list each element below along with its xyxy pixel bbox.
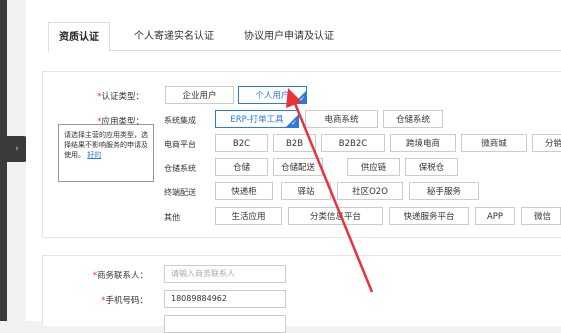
tab-agreement-user[interactable]: 协议用户申请及认证 — [234, 22, 344, 50]
option-express-platform[interactable]: 快递服务平台 — [389, 207, 469, 225]
option-ecommerce-system[interactable]: 电商系统 — [305, 110, 378, 128]
chevron-right-icon[interactable]: › — [7, 136, 27, 162]
option-station[interactable]: 驿站 — [281, 182, 331, 200]
auth-type-personal[interactable]: 个人用户 ✓ — [238, 86, 307, 104]
contact-label: *商务联系人： — [92, 271, 148, 281]
option-microstore[interactable]: 微商城 — [461, 134, 527, 152]
option-storage-delivery[interactable]: 仓储配送 — [273, 158, 323, 176]
category-label: 其他 — [164, 213, 180, 222]
category-label: 电商平台 — [164, 140, 196, 149]
left-sidebar-rail — [0, 0, 7, 321]
tooltip-ok-link[interactable]: 好的 — [87, 151, 101, 159]
auth-type-label: *认证类型： — [97, 92, 144, 102]
tooltip-text: 请选择主营的应用类型，选择结果不影响服务的申请及使用。 — [64, 131, 148, 159]
option-life-app[interactable]: 生活应用 — [215, 207, 282, 225]
option-warehouse-system[interactable]: 仓储系统 — [383, 110, 443, 128]
option-supply-chain[interactable]: 供应链 — [347, 158, 400, 176]
option-crossborder[interactable]: 跨境电商 — [390, 134, 456, 152]
checkmark-icon: ✓ — [299, 95, 305, 103]
app-type-tooltip: 请选择主营的应用类型，选择结果不影响服务的申请及使用。 好的 — [58, 124, 154, 182]
contact-section — [42, 255, 561, 326]
option-erp[interactable]: ERP-打单工具 ✓ — [215, 110, 299, 128]
option-parcel-locker[interactable]: 快递柜 — [215, 182, 273, 200]
option-bonded-warehouse[interactable]: 保税仓 — [405, 158, 458, 176]
option-distribution[interactable]: 分销 — [532, 134, 561, 152]
option-b2b[interactable]: B2B — [273, 134, 316, 152]
category-label: 终端配送 — [164, 188, 196, 197]
next-field-input[interactable] — [164, 315, 286, 333]
option-community-o2o[interactable]: 社区O2O — [337, 182, 403, 200]
contact-input[interactable]: 请输入商务联系人 — [164, 265, 286, 283]
option-b2c[interactable]: B2C — [215, 134, 268, 152]
phone-label: *手机号码： — [101, 296, 148, 306]
tab-qualification[interactable]: 资质认证 — [48, 22, 110, 52]
option-classified-platform[interactable]: 分类信息平台 — [288, 207, 383, 225]
category-label: 系统集成 — [164, 116, 196, 125]
tab-personal-realname[interactable]: 个人寄递实名认证 — [124, 22, 224, 50]
auth-type-enterprise[interactable]: 企业用户 — [165, 86, 234, 104]
option-storage[interactable]: 仓储 — [215, 158, 268, 176]
option-wechat[interactable]: 微信 — [521, 207, 561, 225]
category-label: 仓储系统 — [164, 164, 196, 173]
tab-bar: 资质认证 个人寄递实名认证 协议用户申请及认证 — [48, 22, 561, 52]
checkmark-icon: ✓ — [291, 119, 297, 127]
option-b2b2c[interactable]: B2B2C — [321, 134, 385, 152]
option-app[interactable]: APP — [475, 207, 515, 225]
phone-input[interactable]: 18089884962 — [164, 290, 286, 308]
option-assistant-service[interactable]: 秘手服务 — [409, 182, 479, 200]
